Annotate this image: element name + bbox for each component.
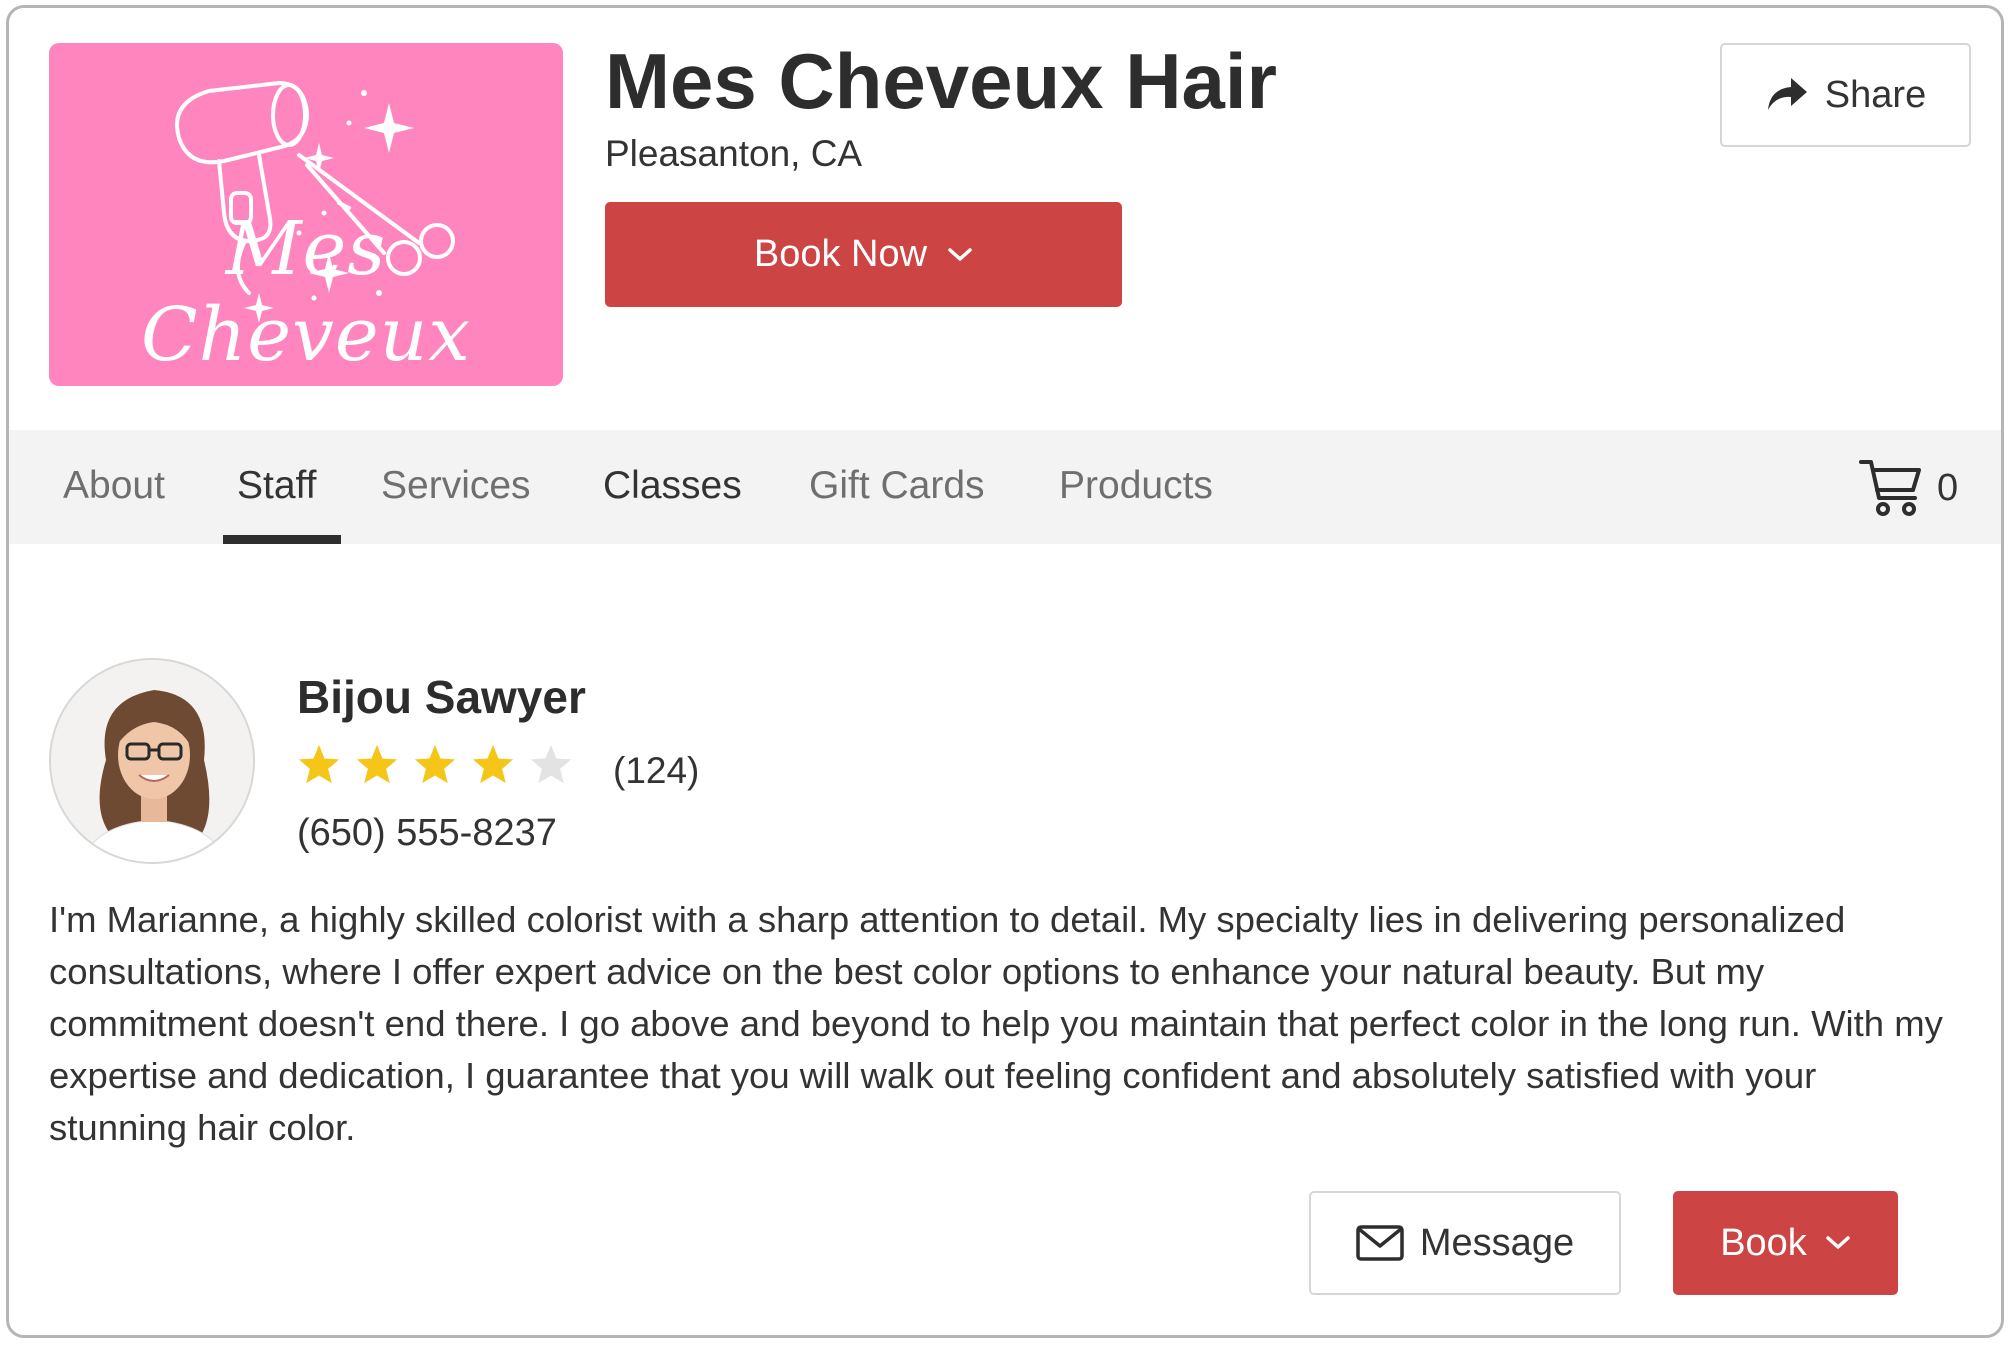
cart-count: 0	[1937, 466, 1959, 509]
share-arrow-icon	[1767, 78, 1807, 110]
tab-staff[interactable]: Staff	[237, 430, 317, 544]
star-empty-icon	[530, 744, 572, 784]
staff-bio: I'm Marianne, a highly skilled colorist …	[49, 899, 1943, 1148]
nav-bar: About Staff Services Classes Gift Cards …	[9, 430, 2001, 544]
tab-products[interactable]: Products	[1059, 430, 1213, 544]
chevron-down-icon	[948, 247, 972, 261]
book-now-button[interactable]: Book Now	[605, 202, 1122, 307]
tab-classes[interactable]: Classes	[603, 430, 742, 544]
staff-phone[interactable]: (650) 555-8237	[297, 812, 557, 855]
cart-icon	[1859, 460, 1921, 516]
review-count[interactable]: (124)	[613, 750, 699, 792]
chevron-down-icon	[1826, 1236, 1850, 1249]
star-icon	[472, 744, 514, 784]
business-name: Mes Cheveux Hair	[605, 37, 1277, 125]
book-button[interactable]: Book	[1673, 1191, 1898, 1295]
page-frame: Mes Cheveux Mes Cheveux Hair Pleasanton,…	[6, 5, 2004, 1338]
person-photo-icon	[51, 660, 253, 862]
staff-avatar	[49, 658, 255, 864]
message-button[interactable]: Message	[1309, 1191, 1621, 1295]
book-now-label: Book Now	[753, 233, 928, 275]
staff-name: Bijou Sawyer	[297, 671, 586, 723]
share-label: Share	[1824, 73, 1927, 116]
star-icon	[356, 744, 398, 784]
business-location: Pleasanton, CA	[605, 133, 863, 174]
envelope-icon	[1356, 1225, 1404, 1261]
active-tab-indicator	[223, 535, 341, 544]
logo-text: Mes Cheveux	[140, 206, 472, 378]
book-label: Book	[1720, 1221, 1807, 1264]
tab-about[interactable]: About	[63, 430, 165, 544]
tab-gift-cards[interactable]: Gift Cards	[809, 430, 985, 544]
star-icon	[414, 744, 456, 784]
cart-button[interactable]: 0	[1859, 456, 1958, 520]
tab-services[interactable]: Services	[381, 430, 531, 544]
share-button[interactable]: Share	[1720, 43, 1971, 147]
star-icon	[298, 744, 340, 784]
business-logo: Mes Cheveux	[49, 43, 563, 386]
message-label: Message	[1419, 1221, 1575, 1264]
star-rating	[297, 743, 573, 785]
